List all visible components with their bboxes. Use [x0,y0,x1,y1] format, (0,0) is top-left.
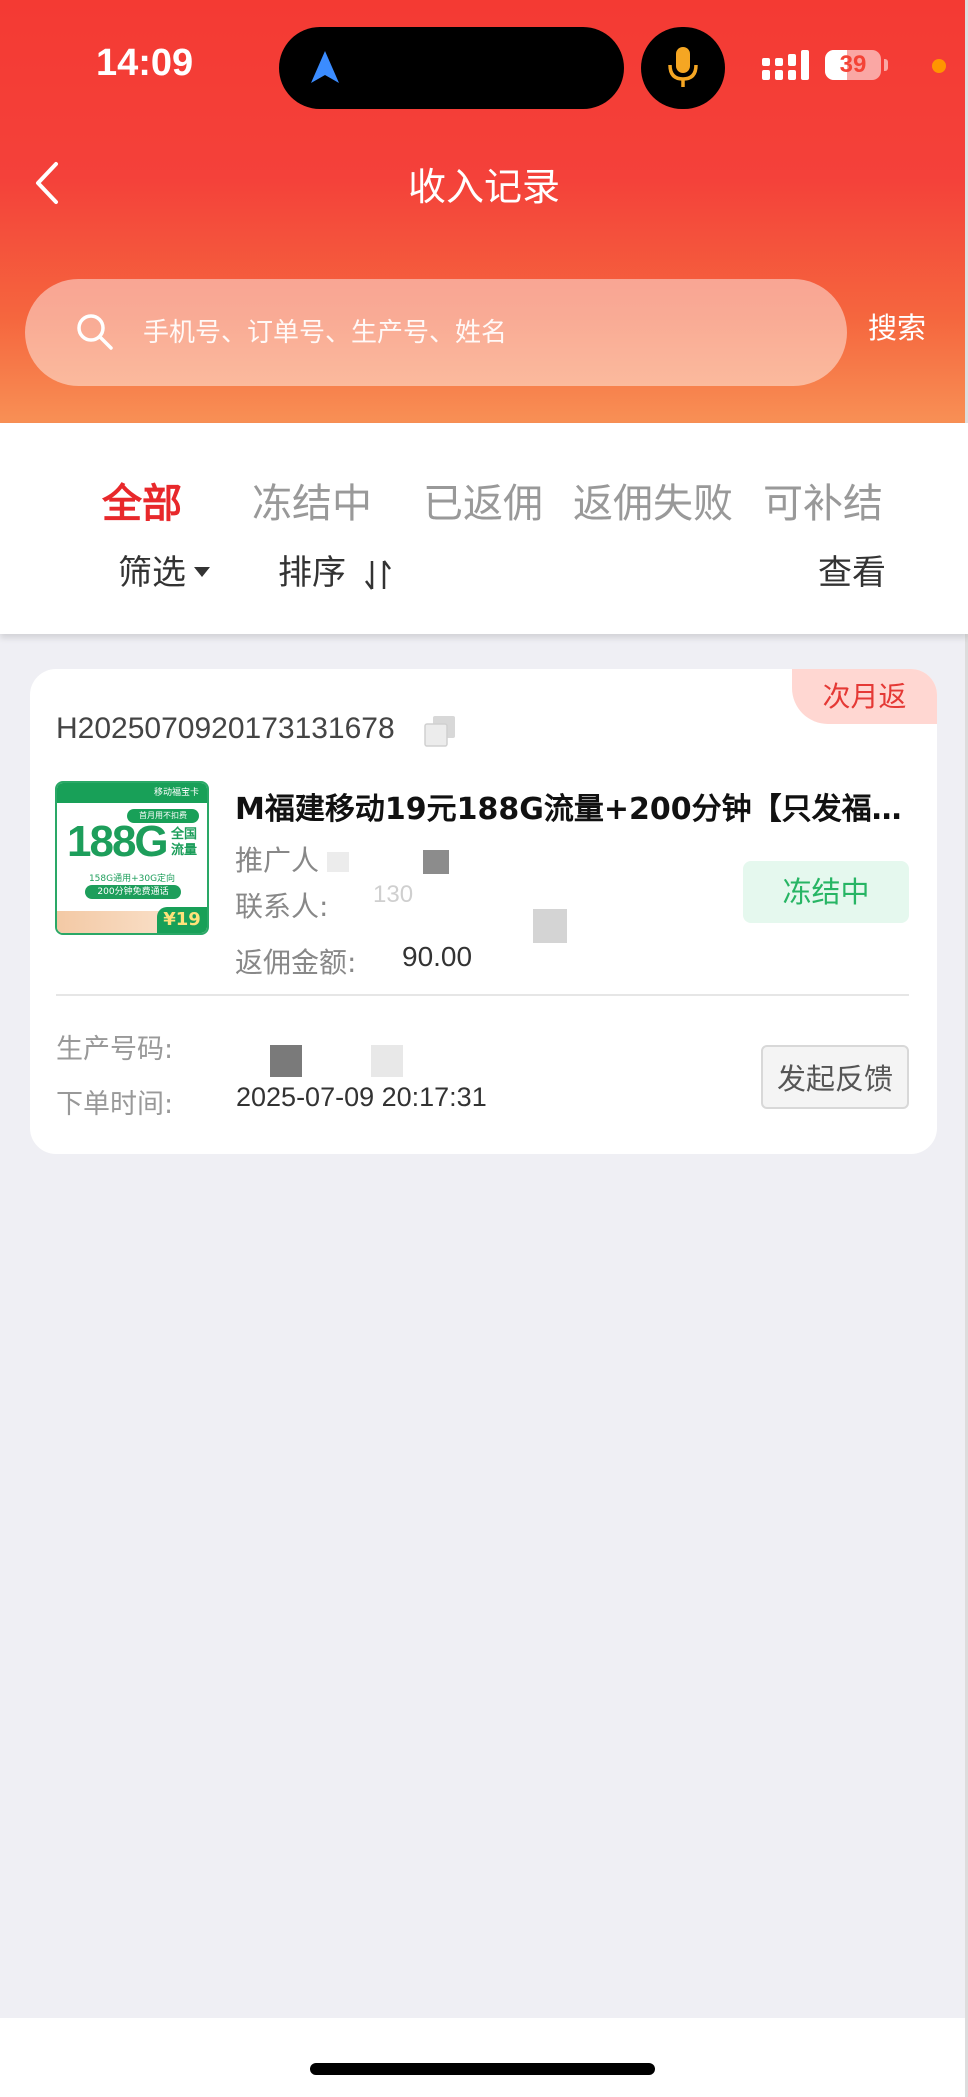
thumb-header: 移动福宝卡 [57,783,207,803]
production-number-label: 生产号码: [56,1034,174,1065]
filter-label: 筛选 [118,553,186,593]
order-time: 2025-07-09 20:17:31 [236,1082,487,1112]
tab-all[interactable]: 全部 [102,471,182,529]
home-indicator [310,2063,655,2075]
filter-button[interactable]: 筛选 [118,545,210,594]
privacy-indicator [932,59,946,73]
redacted-contact [533,909,567,943]
search-input[interactable] [143,279,823,386]
tabs-panel: 全部 冻结中 已返佣 返佣失败 可补结 筛选 排序 查看 [0,423,968,634]
sort-label: 排序 [278,553,346,593]
card-divider [56,994,909,996]
product-title: M福建移动19元188G流量+200分钟【只发福… [235,792,902,827]
signal-icon [762,50,809,80]
tab-frozen[interactable]: 冻结中 [252,471,372,529]
caret-down-icon [194,566,210,577]
rebate-timing-badge: 次月返 [792,669,937,724]
redacted-promoter [423,850,449,874]
record-card[interactable]: 次月返 H2025070920173131678 移动福宝卡 首月用不扣费 18… [30,669,937,1154]
tab-rebated[interactable]: 已返佣 [423,471,543,529]
redacted-production-number [270,1045,302,1077]
status-time: 14:09 [96,42,194,84]
feedback-button[interactable]: 发起反馈 [761,1045,909,1109]
thumb-price: ¥19 [157,907,207,933]
order-number: H2025070920173131678 [56,712,395,745]
view-button[interactable]: 查看 [818,545,886,594]
microphone-icon [668,47,698,87]
copy-icon[interactable] [423,714,457,748]
redacted-production-number [371,1045,403,1077]
battery-tip [884,59,888,71]
thumb-data-amount: 188G [67,817,169,866]
order-time-label: 下单时间: [56,1089,174,1120]
rebate-amount: 90.00 [402,941,473,972]
tab-settleable[interactable]: 可补结 [763,471,883,529]
contact-label: 联系人: [235,890,329,923]
sort-arrows-icon [364,559,391,590]
search-icon [77,314,113,350]
search-bar[interactable] [25,279,847,386]
product-thumbnail: 移动福宝卡 首月用不扣费 188G 全国流量 158G通用+30G定向 200分… [55,781,209,935]
navigation-arrow-icon [311,51,339,83]
dynamic-island [279,27,624,109]
microphone-indicator [641,27,725,109]
page-title: 收入记录 [407,165,560,209]
rebate-label: 返佣金额: [235,946,357,979]
contact-value: 130 [373,881,414,908]
redacted-promoter [327,852,349,872]
status-badge: 冻结中 [743,861,909,923]
thumb-line-2: 200分钟免费通话 [85,885,181,899]
sort-button[interactable]: 排序 [278,545,393,594]
battery-icon: 39 [825,50,881,80]
battery-percent: 39 [839,51,867,78]
search-button[interactable]: 搜索 [868,305,926,347]
promoter-label: 推广人 [235,844,320,877]
thumb-line-1: 158G通用+30G定向 [88,874,176,884]
thumb-side-text: 全国流量 [170,827,197,858]
tab-rebate-failed[interactable]: 返佣失败 [573,471,733,529]
